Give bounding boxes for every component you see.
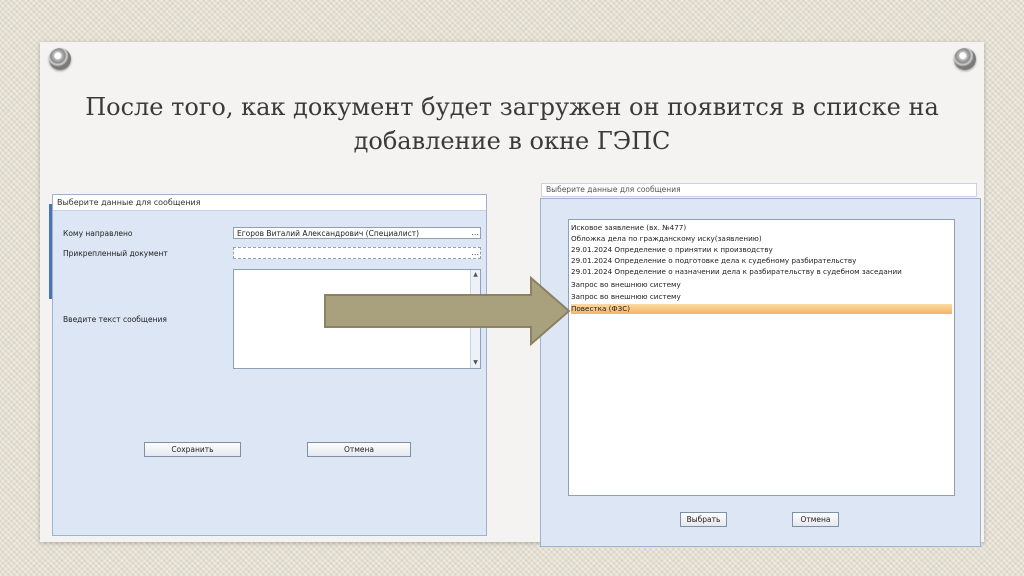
- attachment-field[interactable]: ...: [233, 247, 481, 259]
- list-item[interactable]: 29.01.2024 Определение о подготовке дела…: [571, 256, 952, 266]
- message-dialog: Выберите данные для сообщения Кому напра…: [52, 194, 487, 536]
- cancel-button[interactable]: Отмена: [307, 442, 411, 457]
- document-list[interactable]: Исковое заявление (вх. №477) Обложка дел…: [568, 219, 955, 496]
- slide-title: После того, как документ будет загружен …: [80, 90, 944, 158]
- recipient-field[interactable]: Егоров Виталий Александрович (Специалист…: [233, 227, 481, 239]
- right-arrow-icon: [324, 275, 571, 347]
- save-button[interactable]: Сохранить: [144, 442, 241, 457]
- list-item[interactable]: Запрос во внешнюю систему: [571, 280, 952, 290]
- select-cancel-button[interactable]: Отмена: [792, 512, 839, 527]
- message-label: Введите текст сообщения: [63, 315, 167, 324]
- message-dialog-header: Выберите данные для сообщения: [53, 195, 486, 211]
- select-button[interactable]: Выбрать: [680, 512, 727, 527]
- list-item[interactable]: Запрос во внешнюю систему: [571, 292, 952, 302]
- list-item[interactable]: Обложка дела по гражданскому иску(заявле…: [571, 234, 952, 244]
- pushpin-icon: [49, 48, 71, 70]
- list-item[interactable]: 29.01.2024 Определение о назначении дела…: [571, 267, 952, 277]
- attachment-browse-button[interactable]: ...: [471, 248, 479, 258]
- pushpin-icon: [954, 48, 976, 70]
- recipient-label: Кому направлено: [63, 229, 133, 238]
- attachment-label: Прикрепленный документ: [63, 249, 168, 258]
- list-item-selected[interactable]: Повестка (ФЗС): [571, 304, 952, 314]
- recipient-browse-button[interactable]: ...: [471, 228, 479, 238]
- slide-title-line-1: После того, как документ будет загружен …: [85, 93, 939, 121]
- list-item[interactable]: 29.01.2024 Определение о принятии к прои…: [571, 245, 952, 255]
- recipient-value: Егоров Виталий Александрович (Специалист…: [237, 229, 420, 238]
- scroll-down-icon[interactable]: ▼: [472, 359, 479, 367]
- list-item[interactable]: Исковое заявление (вх. №477): [571, 223, 952, 233]
- slide-title-line-2: добавление в окне ГЭПС: [353, 127, 671, 155]
- select-dialog-header: Выберите данные для сообщения: [541, 183, 977, 197]
